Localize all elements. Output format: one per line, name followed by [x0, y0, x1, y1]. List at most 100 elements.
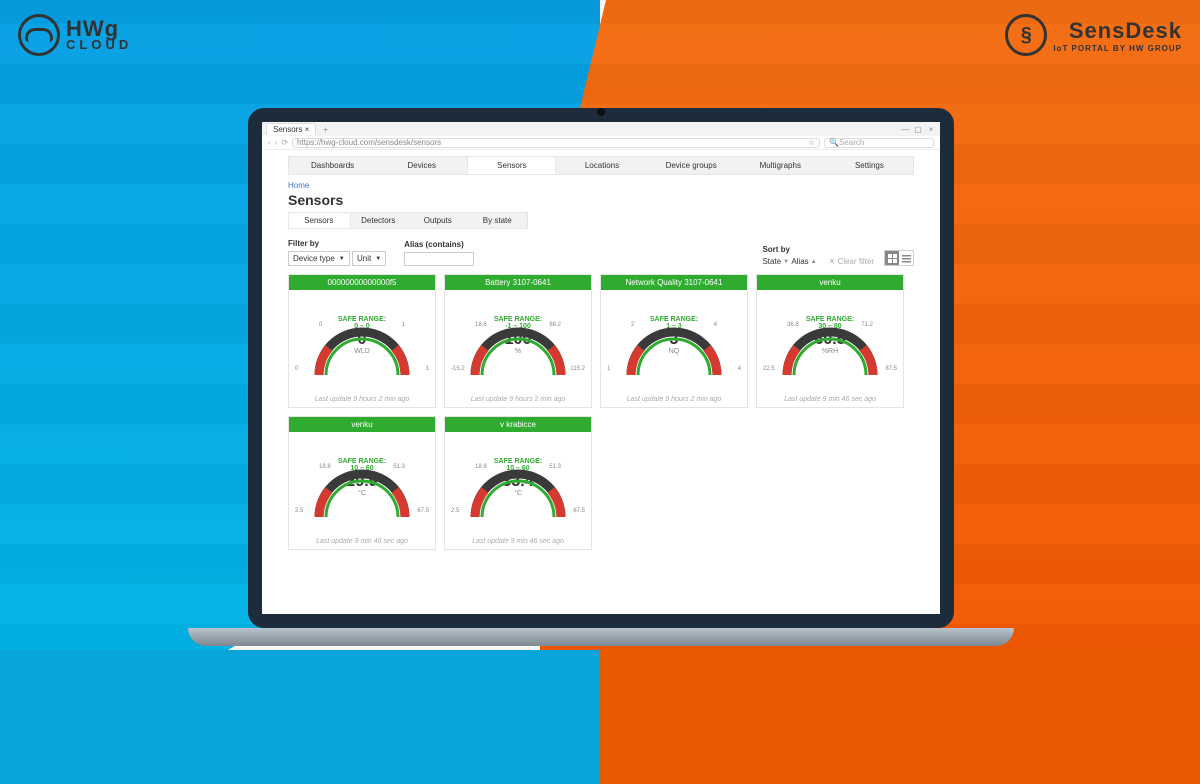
sensor-name: v krabicce [445, 417, 591, 432]
logo-hwg-cloud: HWg CLOUD [18, 14, 132, 56]
browser-search-input[interactable]: 🔍 Search [824, 138, 934, 148]
gauge-icon [619, 320, 729, 378]
gauge-icon [307, 462, 417, 520]
filterby-label: Filter by [288, 239, 386, 248]
breadcrumb[interactable]: Home [288, 175, 914, 192]
sensor-grid: 00000000000000f50101SAFE RANGE:0 – 00WLD… [288, 274, 914, 550]
gauge-tick: 22.5 [763, 366, 775, 372]
new-tab-button[interactable]: + [319, 125, 332, 134]
app-page: DashboardsDevicesSensorsLocationsDevice … [262, 150, 940, 560]
grid-icon [888, 254, 897, 263]
bookmark-star-icon[interactable]: ☆ [808, 138, 815, 147]
chevron-down-icon: ▼ [375, 256, 381, 262]
gauge-tick: 36.8 [787, 322, 799, 328]
gauge-tick: -15.2 [451, 366, 465, 372]
cloud-icon [18, 14, 60, 56]
last-update: Last update 9 min 46 sec ago [289, 536, 435, 549]
gauge-tick: 18.8 [475, 464, 487, 470]
gauge-tick: 51.3 [549, 464, 561, 470]
sensor-card[interactable]: v krabicce18.851.32.567.5SAFE RANGE:10 –… [444, 416, 592, 550]
sort-alias-button[interactable]: Alias ▲ [791, 257, 816, 266]
alias-label: Alias (contains) [404, 240, 474, 249]
sensor-name: venku [289, 417, 435, 432]
sensor-card[interactable]: venku36.871.222.587.5SAFE RANGE:30 – 806… [756, 274, 904, 408]
list-view-button[interactable] [899, 251, 913, 265]
sub-nav-item[interactable]: Sensors [289, 213, 349, 228]
sensor-card[interactable]: Network Quality 3107-06412414SAFE RANGE:… [600, 274, 748, 408]
last-update: Last update 9 min 46 sec ago [757, 394, 903, 407]
sort-asc-icon: ▲ [811, 259, 817, 265]
laptop-mockup: Sensors × + — ▢ × ‹ › ⟳ https://hwg-clou… [248, 108, 954, 628]
sort-desc-icon: ▼ [783, 259, 789, 265]
gauge-icon [463, 462, 573, 520]
gauge-tick: 67.5 [573, 508, 585, 514]
nav-forward-button[interactable]: › [275, 138, 278, 147]
sensor-name: Network Quality 3107-0641 [601, 275, 747, 290]
window-minimize-button[interactable]: — [900, 125, 910, 134]
page-title: Sensors [288, 192, 914, 208]
unit-select[interactable]: Unit ▼ [352, 251, 386, 266]
gauge-tick: 18.6 [475, 322, 487, 328]
main-nav-item[interactable]: Settings [826, 157, 913, 174]
browser-toolbar: ‹ › ⟳ https://hwg-cloud.com/sensdesk/sen… [262, 136, 940, 150]
tab-title: Sensors [273, 125, 302, 134]
gauge-icon [463, 320, 573, 378]
sensor-name: Battery 3107-0641 [445, 275, 591, 290]
last-update: Last update 9 min 46 sec ago [445, 536, 591, 549]
alias-input[interactable] [404, 252, 474, 266]
last-update: Last update 9 hours 2 min ago [445, 394, 591, 407]
camera-icon [597, 108, 605, 116]
tab-close-icon[interactable]: × [305, 125, 310, 134]
address-bar[interactable]: https://hwg-cloud.com/sensdesk/sensors ☆ [292, 138, 820, 148]
sensdesk-icon: § [1005, 14, 1047, 56]
browser-window: Sensors × + — ▢ × ‹ › ⟳ https://hwg-clou… [262, 122, 940, 614]
nav-reload-button[interactable]: ⟳ [281, 138, 288, 147]
main-nav-item[interactable]: Locations [558, 157, 645, 174]
last-update: Last update 9 hours 2 min ago [289, 394, 435, 407]
grid-view-button[interactable] [885, 251, 899, 265]
sub-nav-item[interactable]: By state [468, 213, 528, 228]
gauge-tick: 71.2 [861, 322, 873, 328]
main-nav-item[interactable]: Dashboards [289, 157, 376, 174]
list-icon [902, 254, 911, 263]
filter-bar: Filter by Device type ▼ Unit ▼ Alias (co… [288, 239, 914, 266]
sub-nav: SensorsDetectorsOutputsBy state [288, 212, 528, 229]
sub-nav-item[interactable]: Outputs [408, 213, 468, 228]
main-nav: DashboardsDevicesSensorsLocationsDevice … [288, 156, 914, 175]
close-icon: ✕ [829, 257, 838, 266]
gauge-tick: 4 [738, 366, 741, 372]
clear-filter-button[interactable]: ✕ Clear filter [829, 257, 874, 266]
gauge-tick: 67.5 [417, 508, 429, 514]
gauge-tick: 0 [319, 322, 322, 328]
gauge-tick: 2.5 [451, 508, 459, 514]
gauge-tick: 1 [426, 366, 429, 372]
view-toggle [884, 250, 914, 266]
sensor-card[interactable]: Battery 3107-064118.688.2-15.2115.2SAFE … [444, 274, 592, 408]
gauge-tick: 87.5 [885, 366, 897, 372]
nav-back-button[interactable]: ‹ [268, 138, 271, 147]
gauge-icon [307, 320, 417, 378]
main-nav-item[interactable]: Sensors [467, 157, 556, 174]
sub-nav-item[interactable]: Detectors [349, 213, 409, 228]
main-nav-item[interactable]: Device groups [648, 157, 735, 174]
window-close-button[interactable]: × [926, 125, 936, 134]
floor [0, 650, 1200, 784]
browser-tab[interactable]: Sensors × [266, 123, 316, 135]
window-maximize-button[interactable]: ▢ [913, 125, 923, 134]
logo-sensdesk: § SensDesk IoT PORTAL BY HW GROUP [1005, 14, 1182, 56]
gauge-tick: 2.5 [295, 508, 303, 514]
sort-state-button[interactable]: State ▼ [762, 257, 789, 266]
sensor-card[interactable]: venku18.851.32.567.5SAFE RANGE:10 – 6029… [288, 416, 436, 550]
last-update: Last update 9 hours 2 min ago [601, 394, 747, 407]
sensor-card[interactable]: 00000000000000f50101SAFE RANGE:0 – 00WLD… [288, 274, 436, 408]
main-nav-item[interactable]: Devices [378, 157, 465, 174]
gauge-tick: 0 [295, 366, 298, 372]
gauge-tick: 2 [631, 322, 634, 328]
url-text: https://hwg-cloud.com/sensdesk/sensors [297, 138, 441, 147]
main-nav-item[interactable]: Multigraphs [737, 157, 824, 174]
search-placeholder: Search [839, 138, 864, 147]
device-type-select[interactable]: Device type ▼ [288, 251, 350, 266]
gauge-tick: 4 [714, 322, 717, 328]
gauge-tick: 1 [402, 322, 405, 328]
sortby-label: Sort by [762, 245, 816, 254]
